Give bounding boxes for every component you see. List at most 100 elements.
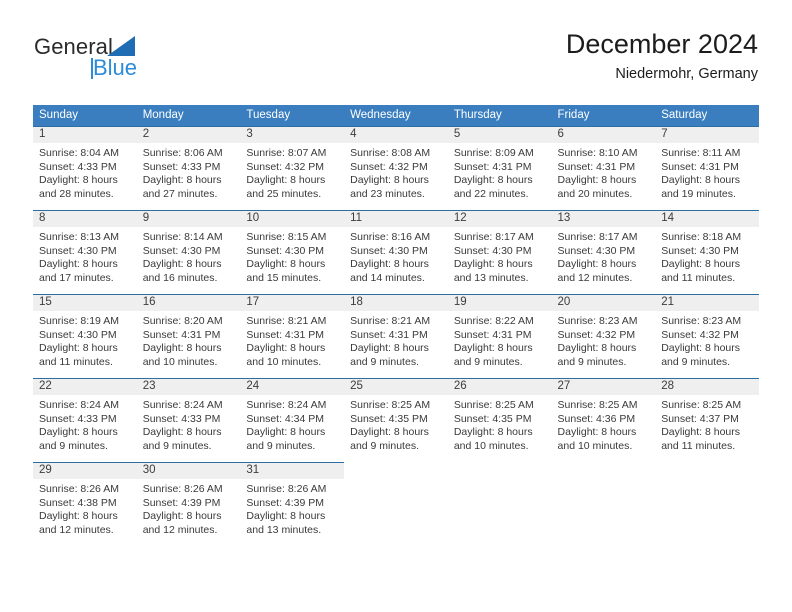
day-number: 19 <box>447 295 552 311</box>
calendar-week-row: 29 Sunrise: 8:26 AM Sunset: 4:38 PM Dayligh… <box>33 462 759 546</box>
sunset-time: Sunset: 4:35 PM <box>453 412 532 425</box>
daylight-duration-line2: and 15 minutes. <box>246 271 322 284</box>
calendar-cell: 23 Sunrise: 8:24 AM Sunset: 4:33 PM Dayligh… <box>136 378 241 462</box>
calendar-day[interactable]: 14 Sunrise: 8:18 AM Sunset: 4:30 PM Dayligh… <box>655 210 759 294</box>
day-details: Sunrise: 8:14 AM Sunset: 4:30 PM Daylight:… <box>137 227 241 285</box>
sunrise-time: Sunrise: 8:22 AM <box>453 315 534 327</box>
sunrise-time: Sunrise: 8:25 AM <box>453 399 534 411</box>
calendar-day[interactable]: 27 Sunrise: 8:25 AM Sunset: 4:36 PM Dayligh… <box>551 378 656 462</box>
sunrise-time: Sunrise: 8:21 AM <box>246 315 327 327</box>
day-number: 28 <box>655 379 759 395</box>
calendar-day[interactable]: 23 Sunrise: 8:24 AM Sunset: 4:33 PM Dayligh… <box>136 378 241 462</box>
sunset-time: Sunset: 4:30 PM <box>557 244 636 257</box>
calendar-day[interactable]: 19 Sunrise: 8:22 AM Sunset: 4:31 PM Dayligh… <box>447 294 552 378</box>
calendar-day[interactable]: 15 Sunrise: 8:19 AM Sunset: 4:30 PM Dayligh… <box>33 294 137 378</box>
calendar-cell: 14 Sunrise: 8:18 AM Sunset: 4:30 PM Dayligh… <box>655 210 759 294</box>
day-details: Sunrise: 8:07 AM Sunset: 4:32 PM Daylight:… <box>240 143 344 201</box>
calendar-cell: 12 Sunrise: 8:17 AM Sunset: 4:30 PM Dayligh… <box>447 210 552 294</box>
daylight-duration-line1: Daylight: 8 hours <box>557 342 637 354</box>
daylight-duration-line1: Daylight: 8 hours <box>350 342 429 354</box>
calendar-day-empty <box>655 462 759 546</box>
calendar-day[interactable]: 16 Sunrise: 8:20 AM Sunset: 4:31 PM Dayligh… <box>136 294 241 378</box>
calendar-day[interactable]: 24 Sunrise: 8:24 AM Sunset: 4:34 PM Dayligh… <box>240 378 345 462</box>
calendar-cell <box>655 462 759 546</box>
daylight-duration-line1: Daylight: 8 hours <box>661 174 741 186</box>
day-number: 2 <box>136 127 241 143</box>
calendar-day[interactable]: 28 Sunrise: 8:25 AM Sunset: 4:37 PM Dayligh… <box>655 378 759 462</box>
daylight-duration-line1: Daylight: 8 hours <box>453 174 533 186</box>
sunrise-time: Sunrise: 8:14 AM <box>142 231 223 243</box>
sunset-time: Sunset: 4:32 PM <box>557 328 636 341</box>
day-details: Sunrise: 8:13 AM Sunset: 4:30 PM Daylight:… <box>33 227 137 285</box>
calendar-cell: 21 Sunrise: 8:23 AM Sunset: 4:32 PM Dayligh… <box>655 294 759 378</box>
weekday-header-monday: Monday <box>136 105 241 126</box>
calendar-cell: 10 Sunrise: 8:15 AM Sunset: 4:30 PM Dayligh… <box>240 210 345 294</box>
daylight-duration-line1: Daylight: 8 hours <box>453 258 533 270</box>
calendar-cell <box>448 462 552 546</box>
calendar-cell: 16 Sunrise: 8:20 AM Sunset: 4:31 PM Dayligh… <box>136 294 241 378</box>
daylight-duration-line2: and 12 minutes. <box>142 523 218 536</box>
daylight-duration-line1: Daylight: 8 hours <box>350 174 429 186</box>
sunrise-time: Sunrise: 8:17 AM <box>557 231 638 243</box>
calendar-cell <box>552 462 656 546</box>
calendar-day[interactable]: 31 Sunrise: 8:26 AM Sunset: 4:39 PM Dayligh… <box>240 462 345 546</box>
calendar-day[interactable]: 3 Sunrise: 8:07 AM Sunset: 4:32 PM Daylight… <box>240 126 345 210</box>
location-subtitle: Niedermohr, Germany <box>615 66 758 82</box>
sunset-time: Sunset: 4:30 PM <box>453 244 532 257</box>
daylight-duration-line1: Daylight: 8 hours <box>39 510 118 522</box>
calendar-day[interactable]: 12 Sunrise: 8:17 AM Sunset: 4:30 PM Dayligh… <box>447 210 552 294</box>
daylight-duration-line2: and 28 minutes. <box>39 187 114 200</box>
calendar-cell: 24 Sunrise: 8:24 AM Sunset: 4:34 PM Dayligh… <box>240 378 345 462</box>
calendar-day-empty <box>448 462 552 546</box>
calendar-day[interactable]: 10 Sunrise: 8:15 AM Sunset: 4:30 PM Dayligh… <box>240 210 345 294</box>
sunset-time: Sunset: 4:31 PM <box>557 160 636 173</box>
daylight-duration-line2: and 19 minutes. <box>661 187 736 200</box>
sunrise-time: Sunrise: 8:07 AM <box>246 147 327 159</box>
sunrise-time: Sunrise: 8:17 AM <box>453 231 534 243</box>
day-details: Sunrise: 8:15 AM Sunset: 4:30 PM Daylight:… <box>240 227 344 285</box>
general-blue-logo[interactable]: General Blue <box>34 34 214 90</box>
calendar-day[interactable]: 22 Sunrise: 8:24 AM Sunset: 4:33 PM Dayligh… <box>33 378 137 462</box>
daylight-duration-line2: and 22 minutes. <box>453 187 529 200</box>
calendar-day[interactable]: 29 Sunrise: 8:26 AM Sunset: 4:38 PM Dayligh… <box>33 462 137 546</box>
calendar-cell: 27 Sunrise: 8:25 AM Sunset: 4:36 PM Dayligh… <box>551 378 656 462</box>
daylight-duration-line1: Daylight: 8 hours <box>142 510 222 522</box>
sunset-time: Sunset: 4:39 PM <box>142 496 221 509</box>
day-details: Sunrise: 8:19 AM Sunset: 4:30 PM Daylight:… <box>33 311 137 369</box>
calendar-day-empty <box>344 462 448 546</box>
sunrise-time: Sunrise: 8:25 AM <box>350 399 431 411</box>
calendar-day[interactable]: 7 Sunrise: 8:11 AM Sunset: 4:31 PM Daylight… <box>655 126 759 210</box>
sunset-time: Sunset: 4:31 PM <box>246 328 325 341</box>
calendar-day[interactable]: 6 Sunrise: 8:10 AM Sunset: 4:31 PM Daylight… <box>551 126 656 210</box>
calendar-day[interactable]: 11 Sunrise: 8:16 AM Sunset: 4:30 PM Dayligh… <box>344 210 448 294</box>
calendar-day[interactable]: 1 Sunrise: 8:04 AM Sunset: 4:33 PM Daylight… <box>33 126 137 210</box>
daylight-duration-line2: and 17 minutes. <box>39 271 114 284</box>
calendar-day[interactable]: 30 Sunrise: 8:26 AM Sunset: 4:39 PM Dayligh… <box>136 462 241 546</box>
calendar-cell: 19 Sunrise: 8:22 AM Sunset: 4:31 PM Dayligh… <box>447 294 552 378</box>
calendar-day[interactable]: 9 Sunrise: 8:14 AM Sunset: 4:30 PM Daylight… <box>136 210 241 294</box>
calendar-week-row: 22 Sunrise: 8:24 AM Sunset: 4:33 PM Dayligh… <box>33 378 759 462</box>
calendar-cell: 1 Sunrise: 8:04 AM Sunset: 4:33 PM Daylight… <box>33 126 137 210</box>
sunset-time: Sunset: 4:30 PM <box>39 244 117 257</box>
daylight-duration-line1: Daylight: 8 hours <box>142 426 222 438</box>
calendar-day[interactable]: 25 Sunrise: 8:25 AM Sunset: 4:35 PM Dayligh… <box>344 378 448 462</box>
day-number: 23 <box>136 379 241 395</box>
day-number: 6 <box>551 127 656 143</box>
sunset-time: Sunset: 4:39 PM <box>246 496 325 509</box>
calendar-day[interactable]: 8 Sunrise: 8:13 AM Sunset: 4:30 PM Daylight… <box>33 210 137 294</box>
daylight-duration-line1: Daylight: 8 hours <box>246 174 326 186</box>
calendar-day[interactable]: 4 Sunrise: 8:08 AM Sunset: 4:32 PM Daylight… <box>344 126 448 210</box>
calendar-day[interactable]: 2 Sunrise: 8:06 AM Sunset: 4:33 PM Daylight… <box>136 126 241 210</box>
day-number: 20 <box>551 295 656 311</box>
day-number: 25 <box>344 379 448 395</box>
weekday-header-sunday: Sunday <box>33 105 137 126</box>
calendar-day[interactable]: 18 Sunrise: 8:21 AM Sunset: 4:31 PM Dayligh… <box>344 294 448 378</box>
calendar-day[interactable]: 26 Sunrise: 8:25 AM Sunset: 4:35 PM Dayligh… <box>447 378 552 462</box>
calendar-day[interactable]: 21 Sunrise: 8:23 AM Sunset: 4:32 PM Dayligh… <box>655 294 759 378</box>
calendar-day[interactable]: 13 Sunrise: 8:17 AM Sunset: 4:30 PM Dayligh… <box>551 210 656 294</box>
day-number: 4 <box>344 127 448 143</box>
calendar-day[interactable]: 5 Sunrise: 8:09 AM Sunset: 4:31 PM Daylight… <box>447 126 552 210</box>
calendar-day[interactable]: 17 Sunrise: 8:21 AM Sunset: 4:31 PM Dayligh… <box>240 294 345 378</box>
daylight-duration-line2: and 9 minutes. <box>350 355 419 368</box>
calendar-day[interactable]: 20 Sunrise: 8:23 AM Sunset: 4:32 PM Dayligh… <box>551 294 656 378</box>
